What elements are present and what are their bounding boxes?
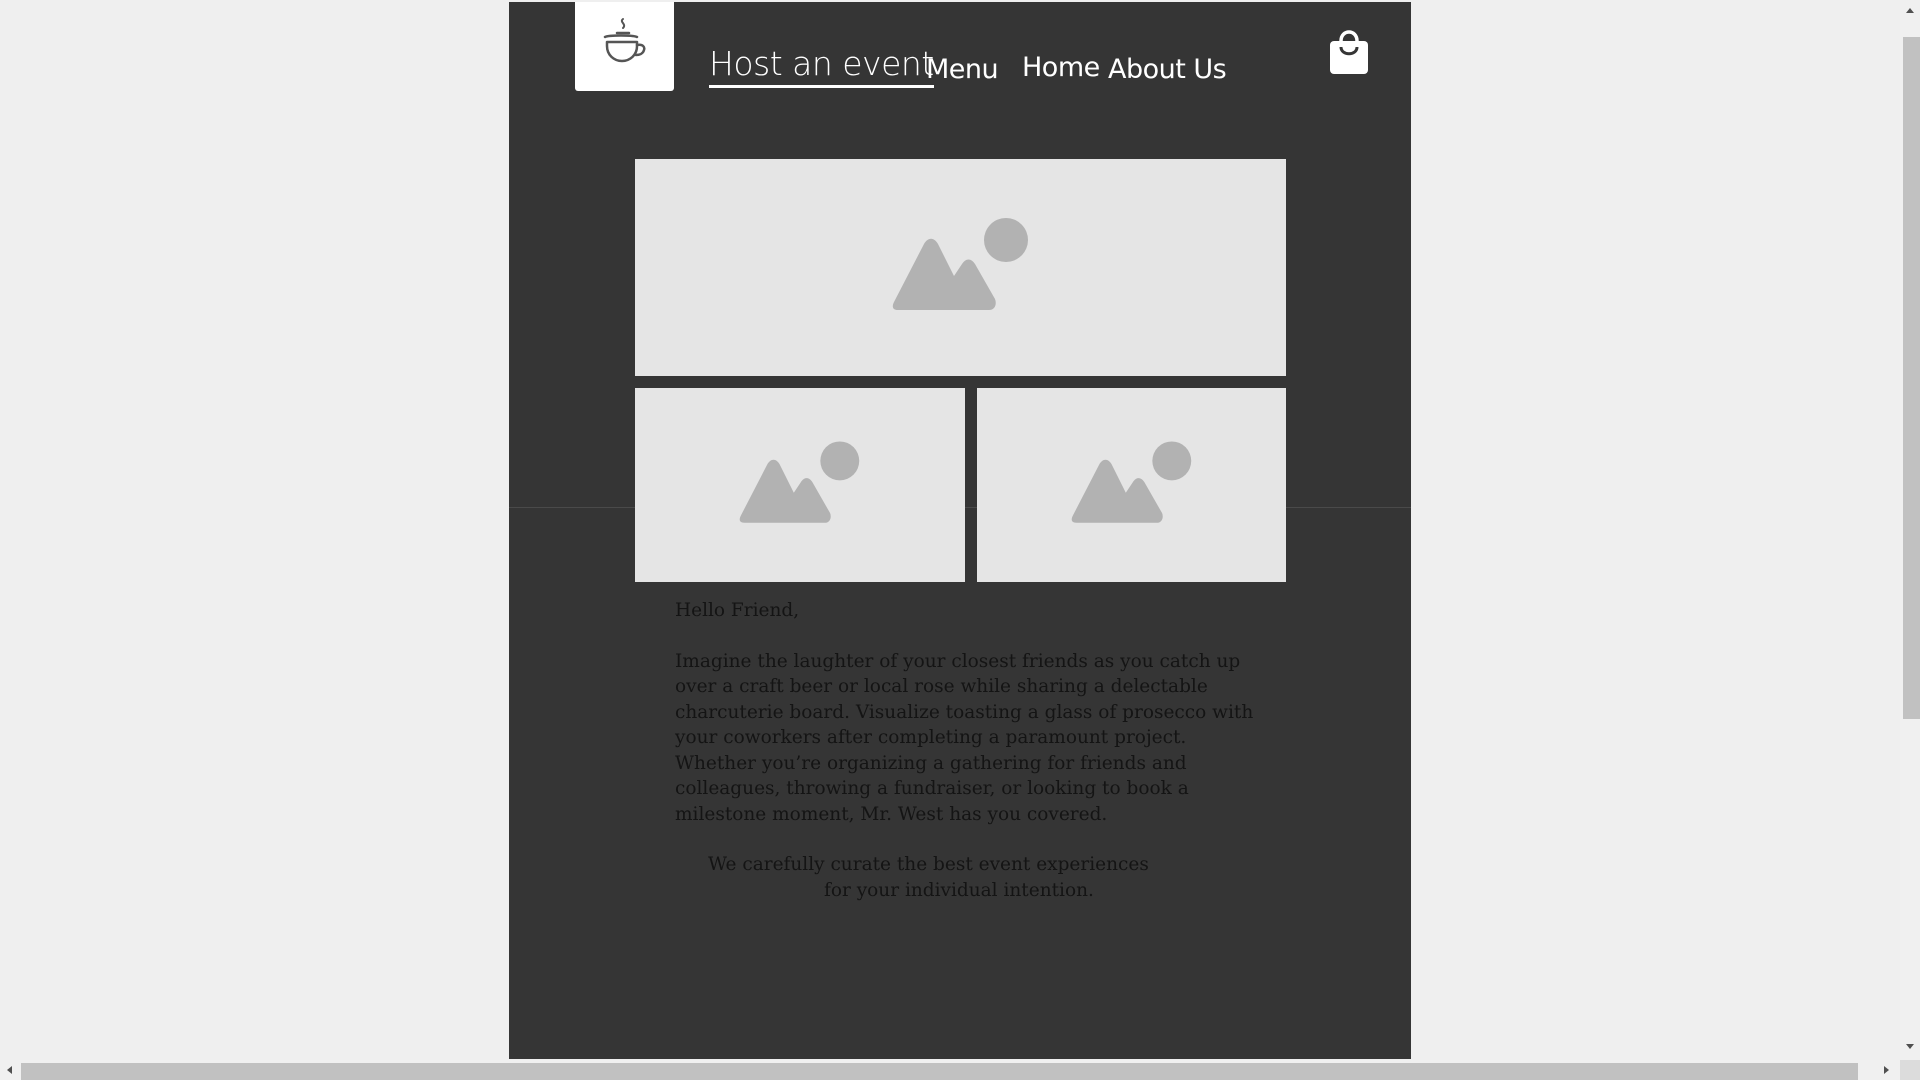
vertical-scrollbar[interactable] (1900, 0, 1920, 1060)
image-placeholder-icon (739, 440, 861, 530)
scrollbar-corner (1900, 1060, 1920, 1080)
coffee-cup-icon (601, 16, 649, 77)
image-placeholder-icon (1071, 440, 1193, 530)
greeting: Hello Friend, (675, 600, 800, 621)
nav-home[interactable]: Home (1022, 52, 1100, 83)
nav-host-an-event[interactable]: Host an event (709, 44, 934, 88)
vertical-scroll-thumb[interactable] (1903, 37, 1920, 719)
intro-text: Hello Friend, Imagine the laughter of yo… (675, 598, 1255, 903)
horizontal-scrollbar[interactable] (0, 1060, 1920, 1080)
hero-image (635, 159, 1286, 376)
shopping-bag-icon (1329, 30, 1369, 79)
gallery-image-right (977, 388, 1286, 582)
tagline-line-2: for your individual intention. (824, 879, 1094, 901)
nav-menu[interactable]: Menu (926, 54, 999, 85)
tagline-line-1: We carefully curate the best event exper… (708, 854, 1149, 875)
horizontal-scroll-thumb[interactable] (21, 1063, 1858, 1080)
nav-about-us[interactable]: About Us (1108, 54, 1227, 85)
scroll-up-icon[interactable] (1906, 8, 1914, 13)
gallery-image-left (635, 388, 965, 582)
logo[interactable] (575, 2, 674, 91)
tagline: We carefully curate the best event exper… (675, 852, 1225, 903)
scroll-left-icon[interactable] (7, 1066, 12, 1074)
image-placeholder-icon (892, 218, 1030, 317)
scroll-down-icon[interactable] (1906, 1044, 1914, 1049)
intro-paragraph: Imagine the laughter of your closest fri… (675, 650, 1254, 825)
page-container: Host an event Menu Home About Us Hello F… (509, 2, 1411, 1059)
scroll-right-icon[interactable] (1884, 1066, 1889, 1074)
cart-button[interactable] (1329, 29, 1369, 75)
